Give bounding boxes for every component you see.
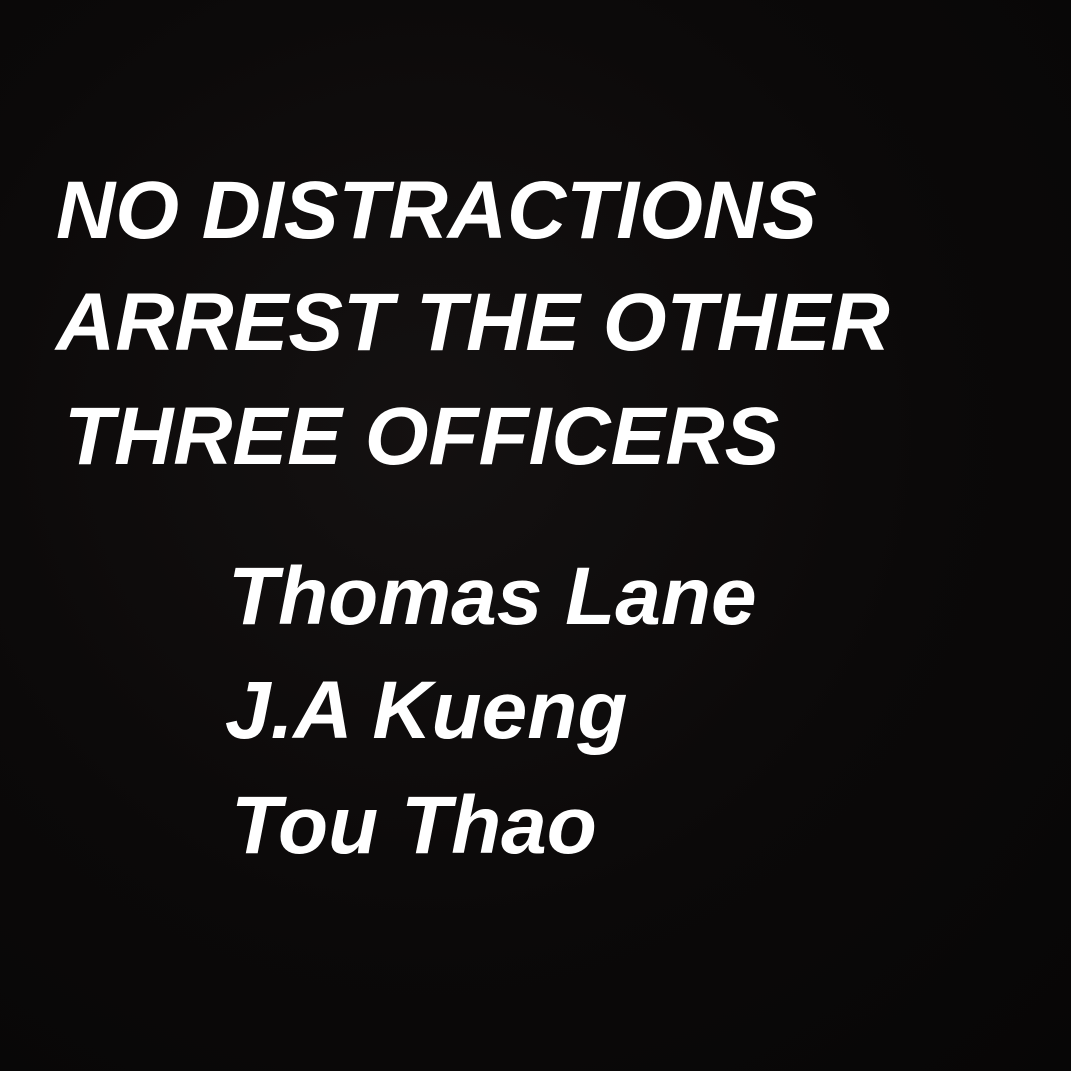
headline-line-1: NO DISTRACTIONS xyxy=(56,165,817,256)
officer-name-3: Tou Thao xyxy=(231,780,597,871)
headline-line-2: ARREST THE OTHER xyxy=(56,277,890,368)
headline-line-3: THREE OFFICERS xyxy=(64,391,780,482)
post-canvas: NO DISTRACTIONS ARREST THE OTHER THREE O… xyxy=(0,0,1071,1071)
officer-name-1: Thomas Lane xyxy=(228,551,757,642)
officer-name-2: J.A Kueng xyxy=(225,665,628,756)
